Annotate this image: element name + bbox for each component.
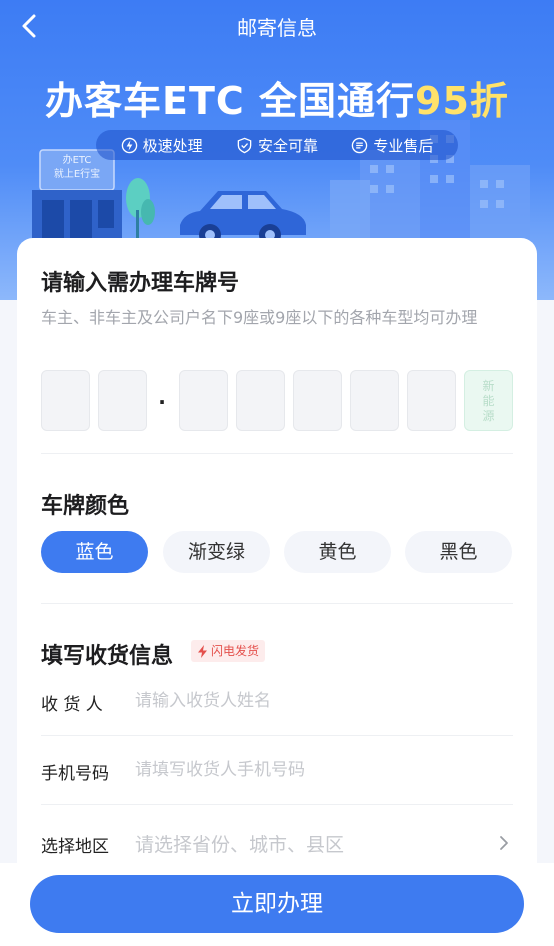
etc-sign-line2: 就上E行宝 xyxy=(53,169,101,180)
shipping-section-title: 填写收货信息 xyxy=(41,644,174,669)
flash-delivery-label: 闪电发货 xyxy=(211,644,260,658)
feature-label: 专业售后 xyxy=(373,136,434,155)
flash-delivery-badge: 闪电发货 xyxy=(191,640,266,662)
page-title: 邮寄信息 xyxy=(237,16,317,40)
plate-hint: 车主、非车主及公司户名下9座或9座以下的各种车型均可办理 xyxy=(41,308,478,327)
page: 办ETC 就上E行宝 邮寄信息 办客车ETC 全国通行95折 极速处理 安全可靠… xyxy=(0,0,554,946)
feature-label: 极速处理 xyxy=(142,136,203,155)
feature-item: 极速处理 xyxy=(121,135,203,156)
bottom-action-bar: 立即办理 xyxy=(0,863,554,946)
chevron-right-icon xyxy=(500,836,508,850)
plate-char-7[interactable] xyxy=(407,370,456,431)
after-sales-icon xyxy=(352,137,368,153)
section-divider xyxy=(41,603,513,604)
row-divider xyxy=(41,735,513,736)
shield-check-icon xyxy=(237,137,252,153)
banner-headline: 办客车ETC 全国通行95折 xyxy=(0,70,554,125)
phone-row: 手机号码 xyxy=(41,741,513,799)
color-section-title: 车牌颜色 xyxy=(41,494,130,519)
phone-input[interactable] xyxy=(135,751,475,789)
plate-separator: · xyxy=(158,390,166,414)
plate-char-6[interactable] xyxy=(350,370,399,431)
banner-headline-discount: 95折 xyxy=(415,79,509,123)
recipient-row: 收 货 人 xyxy=(41,672,513,730)
submit-button[interactable]: 立即办理 xyxy=(30,875,524,933)
recipient-input[interactable] xyxy=(135,682,475,720)
plate-char-province[interactable] xyxy=(41,370,90,431)
feature-bar: 极速处理 安全可靠 专业售后 xyxy=(96,130,458,160)
plate-section-title: 请输入需办理车牌号 xyxy=(41,271,240,296)
plate-char-letter[interactable] xyxy=(98,370,147,431)
feature-item: 安全可靠 xyxy=(236,135,318,156)
form-card: 请输入需办理车牌号 车主、非车主及公司户名下9座或9座以下的各种车型均可办理 ·… xyxy=(17,238,537,898)
recipient-label: 收 货 人 xyxy=(41,695,103,715)
lightning-icon xyxy=(198,644,207,658)
region-picker[interactable]: 请选择省份、城市、县区 xyxy=(135,830,344,857)
feature-item: 专业售后 xyxy=(351,135,433,156)
plate-char-3[interactable] xyxy=(179,370,228,431)
banner-headline-main: 办客车ETC 全国通行 xyxy=(45,79,416,123)
plate-color-options: 蓝色 渐变绿 黄色 黑色 xyxy=(41,531,513,573)
color-option-black[interactable]: 黑色 xyxy=(405,531,512,573)
region-label: 选择地区 xyxy=(41,837,109,857)
new-energy-label: 新能源 xyxy=(482,379,495,423)
lightning-circle-icon xyxy=(121,137,137,153)
row-divider xyxy=(41,804,513,805)
color-option-yellow[interactable]: 黄色 xyxy=(284,531,391,573)
feature-label: 安全可靠 xyxy=(257,136,318,155)
plate-char-4[interactable] xyxy=(236,370,285,431)
color-option-blue[interactable]: 蓝色 xyxy=(41,531,148,573)
phone-label: 手机号码 xyxy=(41,764,109,784)
plate-char-5[interactable] xyxy=(293,370,342,431)
plate-char-new-energy[interactable]: 新能源 xyxy=(464,370,513,431)
section-divider xyxy=(41,453,513,454)
plate-input-row: · 新能源 xyxy=(41,370,513,432)
color-option-gradient-green[interactable]: 渐变绿 xyxy=(163,531,270,573)
